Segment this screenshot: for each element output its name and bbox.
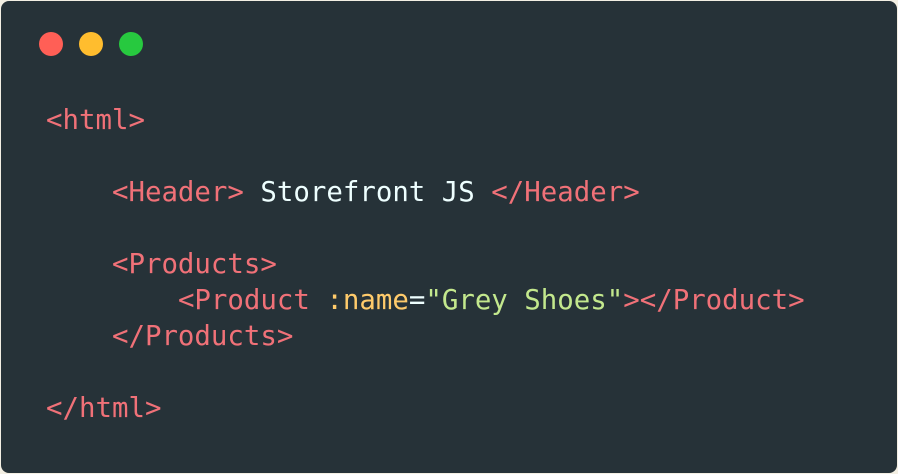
product-open-tag: <Product [177, 285, 310, 316]
products-close-tag: </Products> [111, 321, 294, 352]
code-line-1: <html> [46, 103, 805, 139]
window-controls [39, 32, 143, 56]
code-line-3: <Header> Storefront JS </Header> [46, 175, 805, 211]
html-open-tag: <html> [46, 105, 145, 136]
html-close-tag: </html> [46, 393, 162, 424]
product-close-tag: ></Product> [623, 285, 805, 316]
code-window: <html> <Header> Storefront JS </Header> … [1, 1, 897, 473]
attribute-value: "Grey Shoes" [425, 285, 624, 316]
code-line-9: </html> [46, 391, 805, 427]
code-line-7: </Products> [46, 319, 805, 355]
code-block: <html> <Header> Storefront JS </Header> … [46, 103, 805, 427]
header-open-tag: <Header> [111, 177, 244, 208]
maximize-dot-icon[interactable] [119, 32, 143, 56]
products-open-tag: <Products> [111, 249, 277, 280]
code-line-6: <Product :name="Grey Shoes"></Product> [46, 283, 805, 319]
close-dot-icon[interactable] [39, 32, 63, 56]
minimize-dot-icon[interactable] [79, 32, 103, 56]
header-text: Storefront JS [243, 177, 492, 208]
header-close-tag: </Header> [491, 177, 640, 208]
attribute-prefix: : [326, 285, 343, 316]
attribute-name: name [342, 285, 409, 316]
attribute-equals: = [408, 285, 426, 316]
code-line-5: <Products> [46, 247, 805, 283]
